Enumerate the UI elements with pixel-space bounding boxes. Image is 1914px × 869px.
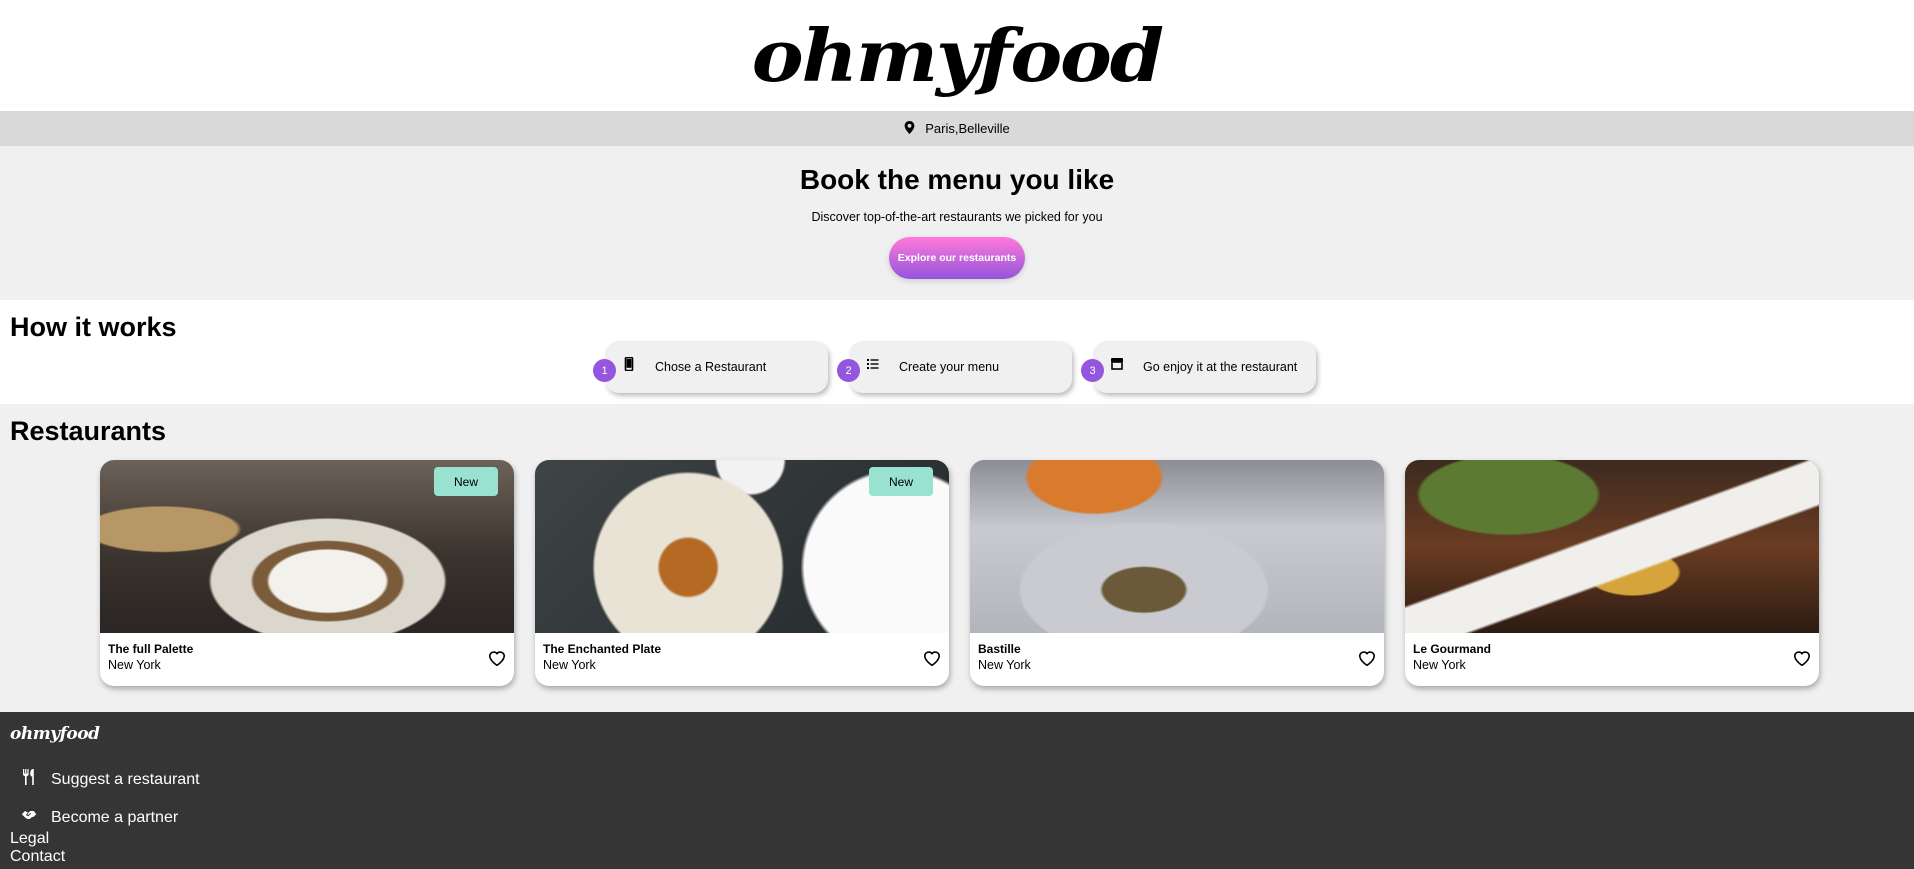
restaurant-name: The Enchanted Plate xyxy=(543,642,662,656)
suggest-restaurant-label: Suggest a restaurant xyxy=(51,770,200,788)
location-text: Paris,Belleville xyxy=(925,121,1010,136)
legal-link[interactable]: Legal xyxy=(10,830,49,848)
new-badge: New xyxy=(869,467,933,496)
how-it-works-section: How it works 1 Chose a Restaurant 2 Crea… xyxy=(0,300,1914,404)
hero-subtitle: Discover top-of-the-art restaurants we p… xyxy=(811,210,1103,224)
step-label: Go enjoy it at the restaurant xyxy=(1143,360,1298,374)
heart-icon[interactable] xyxy=(1358,650,1376,667)
restaurant-photo[interactable] xyxy=(970,460,1384,633)
heart-icon[interactable] xyxy=(923,650,941,667)
restaurant-info: The Enchanted Plate New York xyxy=(543,642,661,672)
restaurant-city: New York xyxy=(1413,658,1466,672)
restaurant-photo[interactable]: New xyxy=(535,460,949,633)
step-number: 1 xyxy=(593,359,616,382)
step-create-menu[interactable]: 2 Create your menu xyxy=(837,341,1072,393)
restaurant-info: Le Gourmand New York xyxy=(1413,642,1491,672)
explore-restaurants-button[interactable]: Explore our restaurants xyxy=(889,237,1025,279)
site-logo[interactable]: ohmyfood xyxy=(752,13,1164,98)
step-label: Create your menu xyxy=(899,360,1000,374)
step-enjoy-restaurant[interactable]: 3 Go enjoy it at the restaurant xyxy=(1081,341,1316,393)
new-badge: New xyxy=(434,467,498,496)
restaurant-info: The full Palette New York xyxy=(108,642,193,672)
restaurant-city: New York xyxy=(543,658,596,672)
utensils-icon xyxy=(21,769,37,790)
contact-link[interactable]: Contact xyxy=(10,848,65,866)
restaurant-name: Bastille xyxy=(978,642,1021,656)
handshake-icon xyxy=(21,807,37,828)
heart-icon[interactable] xyxy=(488,650,506,667)
footer-logo[interactable]: ohmyfood xyxy=(10,724,100,744)
restaurants-section: Restaurants New The full Palette New Yor… xyxy=(0,404,1914,712)
map-pin-icon xyxy=(904,120,915,137)
restaurant-photo[interactable]: New xyxy=(100,460,514,633)
step-label: Chose a Restaurant xyxy=(655,360,767,374)
step-choose-restaurant[interactable]: 1 Chose a Restaurant xyxy=(593,341,828,393)
restaurant-card[interactable]: Le Gourmand New York xyxy=(1405,460,1819,686)
hero-section: Book the menu you like Discover top-of-t… xyxy=(0,146,1914,300)
restaurant-card[interactable]: New The full Palette New York xyxy=(100,460,514,686)
restaurants-title: Restaurants xyxy=(10,416,167,446)
list-icon xyxy=(867,357,879,371)
suggest-restaurant-link[interactable]: Suggest a restaurant xyxy=(21,769,200,790)
hero-title: Book the menu you like xyxy=(799,164,1115,195)
location-bar: Paris,Belleville xyxy=(0,111,1914,146)
site-header: ohmyfood xyxy=(0,0,1914,111)
restaurant-city: New York xyxy=(108,658,161,672)
restaurant-city: New York xyxy=(978,658,1031,672)
become-partner-link[interactable]: Become a partner xyxy=(21,807,178,828)
step-number: 3 xyxy=(1081,359,1104,382)
restaurant-card[interactable]: New The Enchanted Plate New York xyxy=(535,460,949,686)
heart-icon[interactable] xyxy=(1793,650,1811,667)
become-partner-label: Become a partner xyxy=(51,808,179,826)
site-footer: ohmyfood Suggest a restaurant Become a p… xyxy=(0,712,1914,869)
restaurant-photo[interactable] xyxy=(1405,460,1819,633)
restaurant-card[interactable]: Bastille New York xyxy=(970,460,1384,686)
how-it-works-title: How it works xyxy=(10,312,177,342)
step-number: 2 xyxy=(837,359,860,382)
store-icon xyxy=(1111,357,1123,371)
restaurant-info: Bastille New York xyxy=(978,642,1031,672)
smartphone-icon xyxy=(623,356,635,372)
restaurant-name: The full Palette xyxy=(108,642,194,656)
restaurant-name: Le Gourmand xyxy=(1413,642,1492,656)
